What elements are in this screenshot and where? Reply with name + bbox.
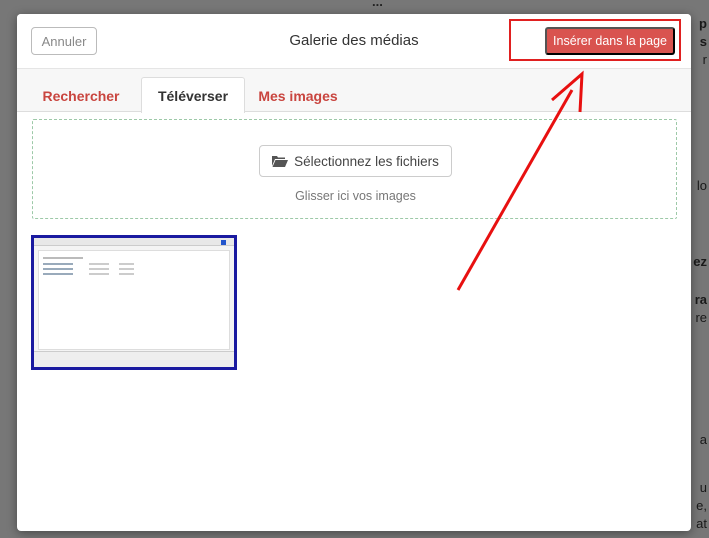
background-text-fragment: ez <box>693 254 707 269</box>
upload-dropzone[interactable]: Sélectionnez les fichiers Glisser ici vo… <box>32 119 677 219</box>
tab-upload[interactable]: Téléverser <box>141 77 245 113</box>
thumbnail-toolbar <box>34 238 234 246</box>
tab-search[interactable]: Rechercher <box>31 79 131 112</box>
tab-my-images[interactable]: Mes images <box>253 79 343 112</box>
uploaded-image-thumbnail[interactable] <box>31 235 237 370</box>
drop-hint-text: Glisser ici vos images <box>295 189 416 203</box>
background-text-fragment: ra <box>694 292 707 307</box>
background-text-fragment: at <box>696 516 707 531</box>
select-files-label: Sélectionnez les fichiers <box>294 153 439 169</box>
media-gallery-modal: Annuler Galerie des médias Insérer dans … <box>17 14 691 531</box>
background-text-fragment: s <box>699 34 707 49</box>
thumbnail-content <box>38 250 230 350</box>
select-files-button[interactable]: Sélectionnez les fichiers <box>259 145 452 177</box>
background-text-fragment: r <box>702 52 707 67</box>
background-text-fragment: p <box>699 16 707 31</box>
modal-header: Annuler Galerie des médias Insérer dans … <box>17 14 691 69</box>
background-text-fragment: e, <box>696 498 707 513</box>
folder-open-icon <box>272 155 289 167</box>
background-text-fragment: lo <box>696 178 707 193</box>
thumbnail-footer <box>34 351 234 367</box>
insert-into-page-button[interactable]: Insérer dans la page <box>545 27 675 55</box>
background-text-fragment: re <box>695 310 707 325</box>
background-text-fragment: u <box>699 480 707 495</box>
tab-bar: Rechercher Téléverser Mes images <box>17 69 691 113</box>
background-text-fragment: ... <box>372 0 383 9</box>
background-text-fragment: a <box>699 432 707 447</box>
